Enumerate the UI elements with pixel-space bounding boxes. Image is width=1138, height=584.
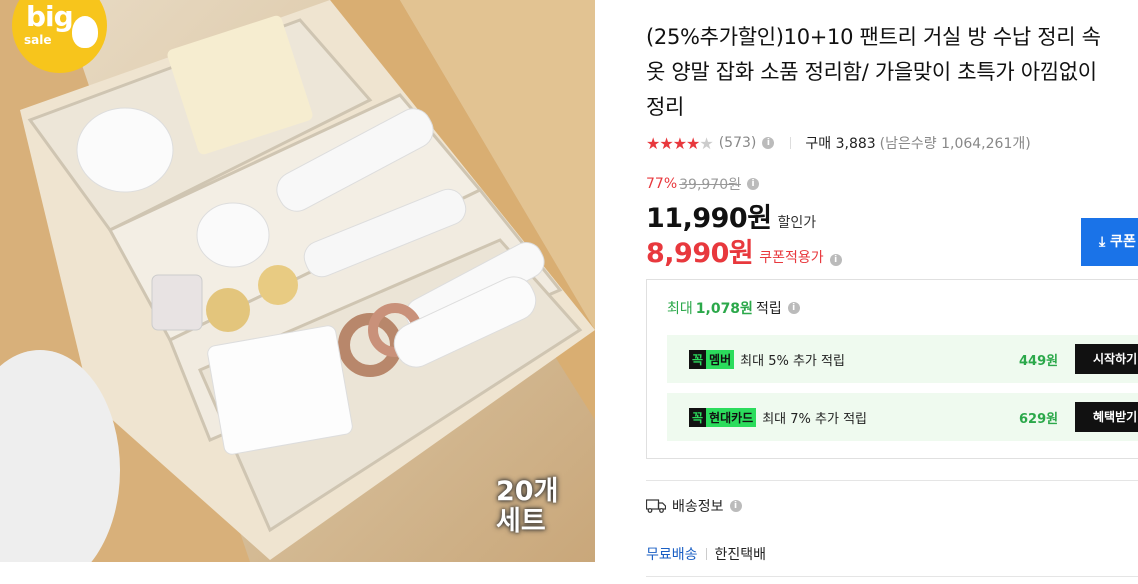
rating-info-icon[interactable]: i xyxy=(762,137,775,149)
discount-row: 77% 39,970원 i xyxy=(646,174,759,194)
badge-big-text: big xyxy=(26,0,74,33)
coupon-download-button[interactable]: ⤓ 쿠폰 xyxy=(1081,218,1138,266)
points-amount: 1,078원 xyxy=(695,301,753,317)
sale-price-label: 할인가 xyxy=(777,215,817,231)
set-count-label: 20개 세트 xyxy=(496,477,576,537)
purchase-count: 구매 3,883 (남은수량 1,064,261개) xyxy=(805,133,1030,153)
product-title: (25%추가할인)10+10 팬트리 거실 방 수납 정리 속옷 양말 잡화 소… xyxy=(646,25,1101,119)
rating-row: ★★★★★ (573) i 구매 3,883 (남은수량 1,064,261개) xyxy=(646,133,1031,153)
review-count[interactable]: (573) xyxy=(719,135,757,151)
rating-star-empty: ★ xyxy=(699,133,713,153)
divider xyxy=(646,576,1138,577)
coupon-price-label: 쿠폰적용가 xyxy=(759,250,824,266)
price-info-icon[interactable]: i xyxy=(747,178,759,190)
points-info-icon[interactable]: i xyxy=(787,302,800,314)
promo-member: 꼭 멤버 최대 5% 추가 적립 449원 시작하기 xyxy=(667,335,1138,383)
rating-stars[interactable]: ★★★★★ xyxy=(646,133,714,153)
delivery-row: 무료배송 한진택배 xyxy=(646,544,766,564)
sale-price: 11,990원 xyxy=(646,203,772,234)
truck-icon xyxy=(646,499,666,513)
logo-name: 멤버 xyxy=(706,349,735,369)
logo-mark: 꼭 xyxy=(689,349,707,369)
shipping-info-row: 배송정보 i xyxy=(646,496,742,516)
discount-rate: 77% xyxy=(646,176,678,192)
set-count-line1: 20개 xyxy=(496,476,559,507)
coupon-price-row: 8,990원 쿠폰적용가 i xyxy=(646,231,842,270)
member-logo: 꼭 멤버 xyxy=(689,349,735,369)
logo-mark: 꼭 xyxy=(689,407,707,427)
promo-hyundai-card: 꼭 현대카드 최대 7% 추가 적립 629원 혜택받기 xyxy=(667,393,1138,441)
promo-amount: 449원 xyxy=(1019,353,1059,369)
courier-name: 한진택배 xyxy=(714,547,767,563)
free-shipping: 무료배송 xyxy=(646,547,698,563)
logo-name: 현대카드 xyxy=(706,407,757,427)
price-row: 11,990원 할인가 xyxy=(646,196,816,235)
points-header: 최대 1,078원 적립 i xyxy=(667,298,800,318)
promo-amount: 629원 xyxy=(1019,411,1059,427)
points-suffix: 적립 xyxy=(755,301,782,317)
divider xyxy=(790,137,792,149)
purchase-count-label: 구매 3,883 xyxy=(805,136,876,152)
points-prefix: 최대 xyxy=(667,301,693,317)
product-image[interactable]: big sale 20개 세트 xyxy=(0,0,595,562)
divider xyxy=(705,548,707,560)
product-page: big sale 20개 세트 (25%추가할인)10+10 팬트리 거실 방 … xyxy=(0,0,1138,584)
promo-text: 최대 7% 추가 적립 xyxy=(762,411,867,427)
product-info: (25%추가할인)10+10 팬트리 거실 방 수납 정리 속옷 양말 잡화 소… xyxy=(646,20,1138,125)
remaining-quantity: (남은수량 1,064,261개) xyxy=(879,136,1031,152)
points-box: 최대 1,078원 적립 i 꼭 멤버 최대 5% 추가 적립 449원 시작하기… xyxy=(646,279,1138,459)
get-benefit-button[interactable]: 혜택받기 xyxy=(1075,402,1138,432)
promo-text: 최대 5% 추가 적립 xyxy=(740,353,845,369)
set-count-line2: 세트 xyxy=(496,506,546,537)
coupon-price: 8,990원 xyxy=(646,238,754,269)
divider xyxy=(646,480,1138,481)
badge-sale-text: sale xyxy=(24,33,52,47)
rating-stars-filled: ★★★★ xyxy=(646,133,700,153)
original-price: 39,970원 xyxy=(679,177,741,193)
shipping-info-label: 배송정보 xyxy=(672,499,724,515)
start-button[interactable]: 시작하기 xyxy=(1075,344,1138,374)
hyundai-card-logo: 꼭 현대카드 xyxy=(689,407,757,427)
bunny-icon xyxy=(72,16,98,48)
shipping-info-icon[interactable]: i xyxy=(729,500,742,512)
coupon-info-icon[interactable]: i xyxy=(829,254,842,266)
